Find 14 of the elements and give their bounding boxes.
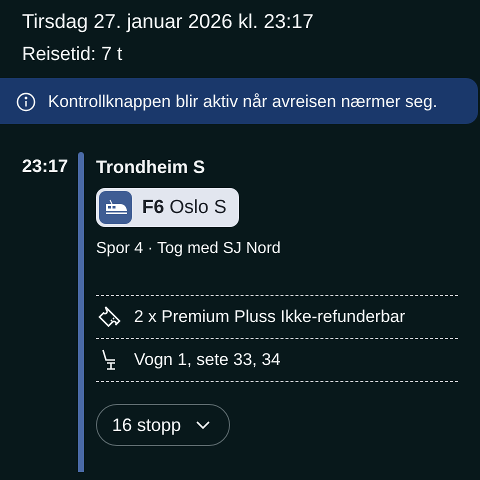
chevron-icon — [195, 420, 212, 430]
stops-button[interactable]: 16 stopp — [96, 404, 230, 446]
departure-date: Tirsdag 27. januar 2026 kl. 23:17 — [21, 10, 315, 35]
info-icon — [16, 92, 36, 112]
travel-time: Reisetid: 7 t — [21, 43, 124, 67]
departure-time: 23:17 — [21, 155, 70, 178]
ticket-icon — [98, 305, 122, 329]
detail-text: Vogn 1, sete 33, 34 — [134, 350, 281, 370]
train-icon — [99, 191, 132, 224]
station-name: Trondheim S — [96, 156, 206, 178]
platform-info: Spor 4 · Tog med SJ Nord — [96, 239, 282, 259]
info-text: Kontrollknappen blir aktiv når avreisen nærmer seg. — [48, 91, 438, 113]
line-label: F6 Oslo S — [142, 196, 226, 218]
detail-text: 2 x Premium Pluss Ikke-refunderbar — [134, 307, 406, 327]
